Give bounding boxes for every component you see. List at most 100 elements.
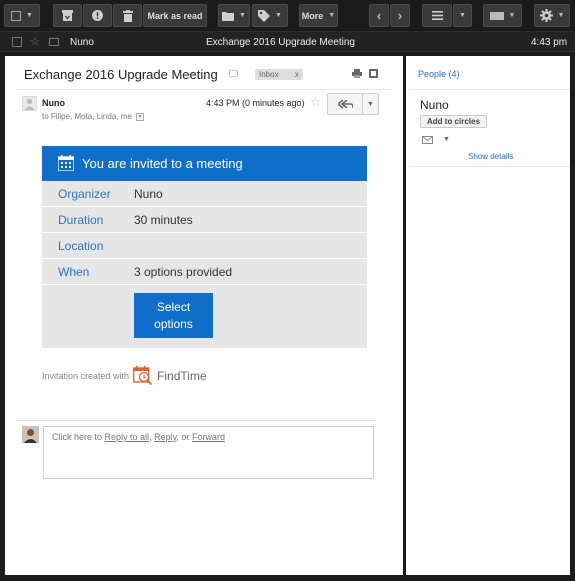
invite-value: Nuno [134, 186, 163, 201]
remove-label-button[interactable]: x [295, 70, 299, 79]
list-icon [431, 11, 443, 20]
people-link[interactable]: People (4) [418, 69, 460, 79]
show-recipients-dropdown[interactable]: ▼ [136, 112, 145, 121]
mark-as-read-button[interactable]: Mark as read [143, 4, 207, 27]
select-options-button[interactable]: Select options [134, 293, 213, 338]
labels-button[interactable]: ▼ [252, 4, 288, 27]
message-list-row[interactable]: ☆ Nuno Exchange 2016 Upgrade Meeting 4:4… [0, 31, 575, 52]
trash-icon [122, 9, 133, 22]
chevron-down-icon: ▼ [26, 12, 33, 19]
delete-button[interactable] [113, 4, 142, 27]
invite-row-when: When 3 options provided [42, 259, 367, 285]
person-photo-icon [22, 426, 39, 443]
invite-key: Organizer [58, 186, 111, 201]
reply-prefix: Click here to [52, 432, 105, 442]
invite-actions: Select options [42, 285, 367, 348]
reply-box[interactable]: Click here to Reply to all, Reply, or Fo… [43, 426, 374, 479]
sender-name[interactable]: Nuno [42, 98, 65, 108]
move-to-button[interactable]: ▼ [218, 4, 250, 27]
invite-row-duration: Duration 30 minutes [42, 207, 367, 233]
inbox-label-text: Inbox [259, 70, 279, 79]
toolbar: ▼ Mark as read ▼ ▼ More ▼ ‹ › ▼ ▼ ▼ [0, 0, 575, 31]
row-subject: Exchange 2016 Upgrade Meeting [206, 37, 355, 48]
findtime-footer: Invitation created with FindTime [42, 366, 207, 386]
chevron-down-icon: ▼ [367, 100, 374, 108]
select-options-label-2: options [154, 316, 193, 331]
email-icon[interactable] [422, 136, 433, 144]
settings-button[interactable]: ▼ [534, 4, 570, 27]
report-spam-button[interactable] [83, 4, 112, 27]
more-button[interactable]: More ▼ [299, 4, 338, 27]
invite-key: Duration [58, 212, 104, 227]
show-details-link[interactable]: Show details [468, 152, 513, 161]
invite-row-organizer: Organizer Nuno [42, 181, 367, 207]
findtime-logo-icon [133, 366, 153, 386]
invite-row-location: Location [42, 233, 367, 259]
chevron-down-icon: ▼ [328, 12, 336, 19]
more-label: More [301, 10, 324, 21]
invite-title: You are invited to a meeting [82, 156, 243, 171]
meeting-invite-card: You are invited to a meeting Organizer N… [42, 146, 367, 348]
important-marker-icon[interactable] [229, 70, 238, 77]
density-dropdown[interactable]: ▼ [453, 4, 472, 27]
chevron-down-icon: ▼ [459, 12, 466, 19]
folder-icon [222, 11, 235, 21]
new-window-icon[interactable] [369, 69, 378, 78]
checkbox-icon [11, 10, 22, 21]
reply-link[interactable]: Reply [154, 432, 176, 442]
mark-as-read-label: Mark as read [147, 10, 203, 21]
chevron-down-icon: ▼ [239, 12, 246, 19]
chevron-right-icon: › [397, 8, 403, 23]
label-icon [258, 9, 271, 22]
invite-value: 30 minutes [134, 212, 193, 227]
more-actions-button[interactable]: ▼ [362, 93, 379, 115]
chevron-down-icon: ▼ [557, 12, 565, 19]
row-time: 4:43 pm [531, 37, 568, 48]
row-sender: Nuno [70, 37, 94, 48]
sidebar-divider [411, 166, 570, 167]
header-divider [17, 89, 391, 90]
input-tools-button[interactable]: ▼ [483, 4, 522, 27]
message-view: Exchange 2016 Upgrade Meeting Inbox x Nu… [5, 56, 403, 575]
chevron-down-icon[interactable]: ▼ [443, 136, 450, 143]
older-button[interactable]: › [390, 4, 410, 27]
archive-icon [62, 10, 73, 21]
row-checkbox[interactable] [12, 37, 22, 47]
sender-avatar [22, 96, 37, 111]
print-icon[interactable] [352, 69, 362, 78]
reply-all-icon [337, 99, 353, 109]
chevron-down-icon: ▼ [275, 12, 282, 19]
person-icon [24, 99, 35, 110]
reply-separator: , or [176, 432, 192, 442]
invite-key: Location [58, 238, 104, 253]
email-subject: Exchange 2016 Upgrade Meeting [24, 67, 218, 82]
select-checkbox-button[interactable]: ▼ [4, 4, 40, 27]
star-icon[interactable]: ☆ [30, 35, 40, 48]
importance-marker-icon[interactable] [49, 38, 59, 46]
report-spam-icon [92, 10, 103, 21]
sidebar-divider [411, 89, 570, 90]
chevron-down-icon: ▼ [508, 12, 516, 19]
add-to-circles-button[interactable]: Add to circles [420, 115, 487, 128]
recipients: to Filipe, Mota, Linda, me ▼ [42, 112, 145, 121]
invite-value: 3 options provided [134, 264, 233, 279]
newer-button[interactable]: ‹ [369, 4, 389, 27]
reply-all-link[interactable]: Reply to all [105, 432, 150, 442]
reply-divider [17, 420, 374, 421]
gear-icon [539, 9, 553, 22]
archive-button[interactable] [53, 4, 82, 27]
my-avatar [22, 426, 39, 443]
star-icon[interactable]: ☆ [310, 95, 321, 109]
invite-key: When [58, 264, 90, 279]
forward-link[interactable]: Forward [192, 432, 225, 442]
select-options-label-1: Select [156, 299, 191, 314]
people-sidebar: People (4) Nuno Add to circles ▼ Show de… [406, 56, 570, 575]
findtime-name[interactable]: FindTime [157, 369, 207, 383]
density-button[interactable] [422, 4, 452, 27]
contact-name[interactable]: Nuno [420, 98, 449, 112]
reply-all-button[interactable] [327, 93, 363, 115]
recipients-text: to Filipe, Mota, Linda, me [42, 112, 132, 121]
chevron-left-icon: ‹ [376, 8, 382, 23]
inbox-label: Inbox x [255, 69, 303, 80]
invite-header: You are invited to a meeting [42, 146, 367, 181]
